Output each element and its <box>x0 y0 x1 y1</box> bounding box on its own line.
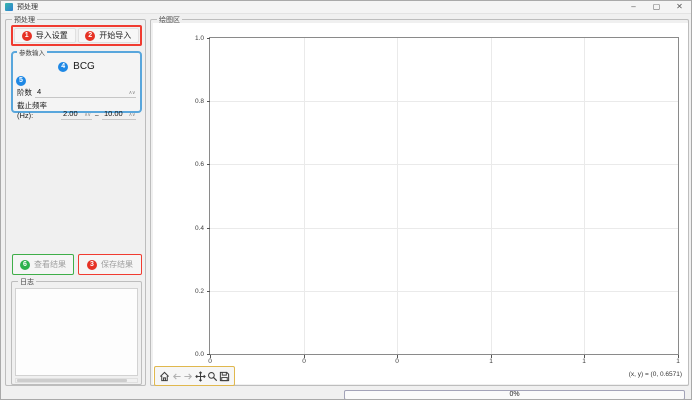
start-import-button[interactable]: 2 开始导入 <box>78 28 140 43</box>
app-icon <box>5 3 13 11</box>
cutoff-separator: ~ <box>95 111 99 120</box>
gridline-horizontal <box>210 101 678 102</box>
scrollbar-thumb[interactable] <box>17 379 127 382</box>
view-results-button[interactable]: 6 查看结果 <box>12 254 74 275</box>
import-settings-label: 导入设置 <box>36 30 68 41</box>
mpl-toolbar <box>154 366 235 386</box>
log-group-label: 日志 <box>18 277 36 287</box>
y-tick-mark <box>207 101 210 102</box>
y-tick-label: 0.2 <box>195 288 204 295</box>
step-badge-5: 5 <box>16 76 26 86</box>
cutoff-high-value: 10.00 <box>104 109 123 118</box>
order-label: 阶数 <box>17 87 32 98</box>
bcg-label: BCG <box>73 61 95 72</box>
order-value: 4 <box>37 87 41 96</box>
preprocess-group-label: 预处理 <box>12 15 37 25</box>
gridline-vertical <box>491 38 492 354</box>
y-tick-label: 1.0 <box>195 35 204 42</box>
gridline-horizontal <box>210 164 678 165</box>
save-icon[interactable] <box>219 371 230 382</box>
gridline-vertical <box>584 38 585 354</box>
plot-group: 绘图区 0001111.00.80.60.40.20.0 <box>150 19 689 386</box>
log-textarea[interactable] <box>15 288 138 376</box>
step-badge-2: 2 <box>85 31 95 41</box>
app-window: 预处理 – ▢ ✕ 预处理 1 导入设置 2 开始导入 参数输入 4 BCG <box>0 0 692 400</box>
order-row: 阶数 4 ∧∨ <box>17 87 136 98</box>
log-horizontal-scrollbar[interactable] <box>15 378 138 383</box>
x-tick-label: 0 <box>302 358 306 365</box>
x-tick-label: 1 <box>582 358 586 365</box>
forward-icon[interactable] <box>183 371 194 382</box>
home-icon[interactable] <box>159 371 170 382</box>
figure-canvas[interactable]: 0 0 0 1 1 1 1.0 0.8 0.6 0.4 0.2 0.0 <box>153 23 688 384</box>
gridline-horizontal <box>210 291 678 292</box>
start-import-label: 开始导入 <box>99 30 131 41</box>
y-tick-mark <box>207 228 210 229</box>
x-tick-label: 1 <box>489 358 493 365</box>
titlebar: 预处理 – ▢ ✕ <box>1 1 691 14</box>
cutoff-low-spinbox[interactable]: 2.00 ∧∨ <box>61 109 92 120</box>
cutoff-high-spinbox[interactable]: 10.00 ∧∨ <box>102 109 136 120</box>
progress-bar: 0% <box>344 390 685 400</box>
cursor-coordinates-readout: (x, y) = (0, 0.6571) <box>629 371 682 378</box>
cutoff-label: 截止频率(Hz): <box>17 100 58 120</box>
y-tick-label: 0.0 <box>195 351 204 358</box>
param-group-label: 参数输入 <box>17 47 47 57</box>
y-tick-mark <box>207 38 210 39</box>
step-badge-3: 3 <box>87 260 97 270</box>
param-input-group: 参数输入 4 BCG 5 阶数 4 ∧∨ 截止频率(Hz): 2.00 ∧∨ <box>11 51 142 113</box>
maximize-button[interactable]: ▢ <box>645 1 668 14</box>
y-tick-mark <box>207 164 210 165</box>
y-tick-mark <box>207 291 210 292</box>
y-tick-label: 0.4 <box>195 225 204 232</box>
progress-text: 0% <box>509 391 519 398</box>
step-badge-1: 1 <box>22 31 32 41</box>
import-settings-button[interactable]: 1 导入设置 <box>14 28 76 43</box>
plot-area[interactable]: 0001111.00.80.60.40.20.0 <box>209 37 679 355</box>
back-icon[interactable] <box>171 371 182 382</box>
view-results-label: 查看结果 <box>34 259 66 270</box>
minimize-button[interactable]: – <box>622 1 645 14</box>
cutoff-row: 截止频率(Hz): 2.00 ∧∨ ~ 10.00 ∧∨ <box>17 100 136 120</box>
spin-down-icon[interactable]: ∨ <box>87 112 90 118</box>
spin-down-icon[interactable]: ∨ <box>132 90 135 96</box>
save-results-label: 保存结果 <box>101 259 133 270</box>
x-tick-label: 0 <box>208 358 212 365</box>
gridline-horizontal <box>210 228 678 229</box>
gridline-vertical <box>304 38 305 354</box>
window-title: 预处理 <box>17 2 38 12</box>
y-tick-mark <box>207 354 210 355</box>
gridline-vertical <box>397 38 398 354</box>
preprocess-group: 预处理 1 导入设置 2 开始导入 参数输入 4 BCG 5 阶数 <box>5 19 146 386</box>
step-badge-6: 6 <box>20 260 30 270</box>
y-tick-label: 0.6 <box>195 161 204 168</box>
zoom-icon[interactable] <box>207 371 218 382</box>
save-results-button[interactable]: 3 保存结果 <box>78 254 142 275</box>
window-controls: – ▢ ✕ <box>622 1 691 14</box>
import-buttons-frame: 1 导入设置 2 开始导入 <box>11 25 142 46</box>
order-spinbox[interactable]: 4 ∧∨ <box>35 87 136 98</box>
cutoff-low-value: 2.00 <box>63 109 78 118</box>
bcg-row: 4 BCG <box>13 61 140 72</box>
close-button[interactable]: ✕ <box>668 1 691 14</box>
x-tick-label: 1 <box>676 358 680 365</box>
x-tick-label: 0 <box>395 358 399 365</box>
log-group: 日志 <box>11 281 142 385</box>
step-badge-4: 4 <box>58 62 68 72</box>
y-tick-label: 0.8 <box>195 98 204 105</box>
pan-icon[interactable] <box>195 371 206 382</box>
spin-down-icon[interactable]: ∨ <box>132 112 135 118</box>
